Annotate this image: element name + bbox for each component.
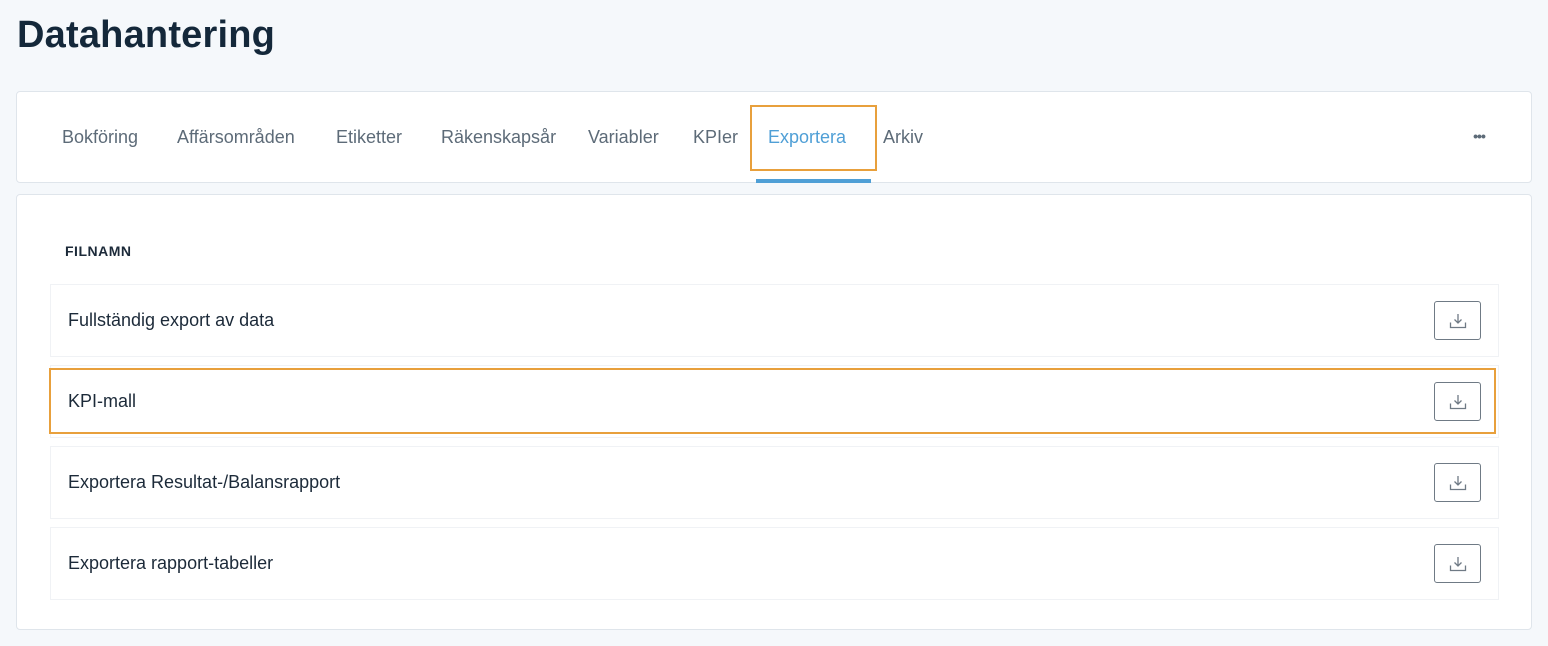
tab-rakenskapsar[interactable]: Räkenskapsår — [441, 127, 556, 148]
download-icon — [1449, 313, 1466, 328]
tab-etiketter[interactable]: Etiketter — [336, 127, 402, 148]
tab-variabler[interactable]: Variabler — [588, 127, 659, 148]
tab-bar: Bokföring Affärsområden Etiketter Räkens… — [16, 91, 1532, 183]
download-icon — [1449, 475, 1466, 490]
export-name: Fullständig export av data — [68, 310, 275, 330]
download-button[interactable] — [1434, 544, 1481, 583]
export-list: FILNAMN Fullständig export av data KPI-m… — [16, 194, 1532, 630]
active-tab-indicator — [756, 179, 871, 183]
tab-affarsomraden[interactable]: Affärsområden — [177, 127, 295, 148]
tab-bokforing[interactable]: Bokföring — [62, 127, 138, 148]
download-button[interactable] — [1434, 463, 1481, 502]
tab-exportera-highlight — [750, 105, 877, 171]
kpi-mall-row-highlight — [49, 368, 1496, 434]
tab-arkiv[interactable]: Arkiv — [883, 127, 923, 148]
more-options-button[interactable]: ••• — [1464, 124, 1494, 148]
export-name: Exportera rapport-tabeller — [68, 553, 274, 573]
list-item: Fullständig export av data — [50, 284, 1499, 357]
export-name: Exportera Resultat-/Balansrapport — [68, 472, 341, 492]
download-icon — [1449, 556, 1466, 571]
column-header-filnamn: FILNAMN — [65, 243, 132, 259]
list-item: Exportera rapport-tabeller — [50, 527, 1499, 600]
page-title: Datahantering — [17, 14, 276, 56]
tab-kpier[interactable]: KPIer — [693, 127, 738, 148]
list-item: Exportera Resultat-/Balansrapport — [50, 446, 1499, 519]
download-button[interactable] — [1434, 301, 1481, 340]
